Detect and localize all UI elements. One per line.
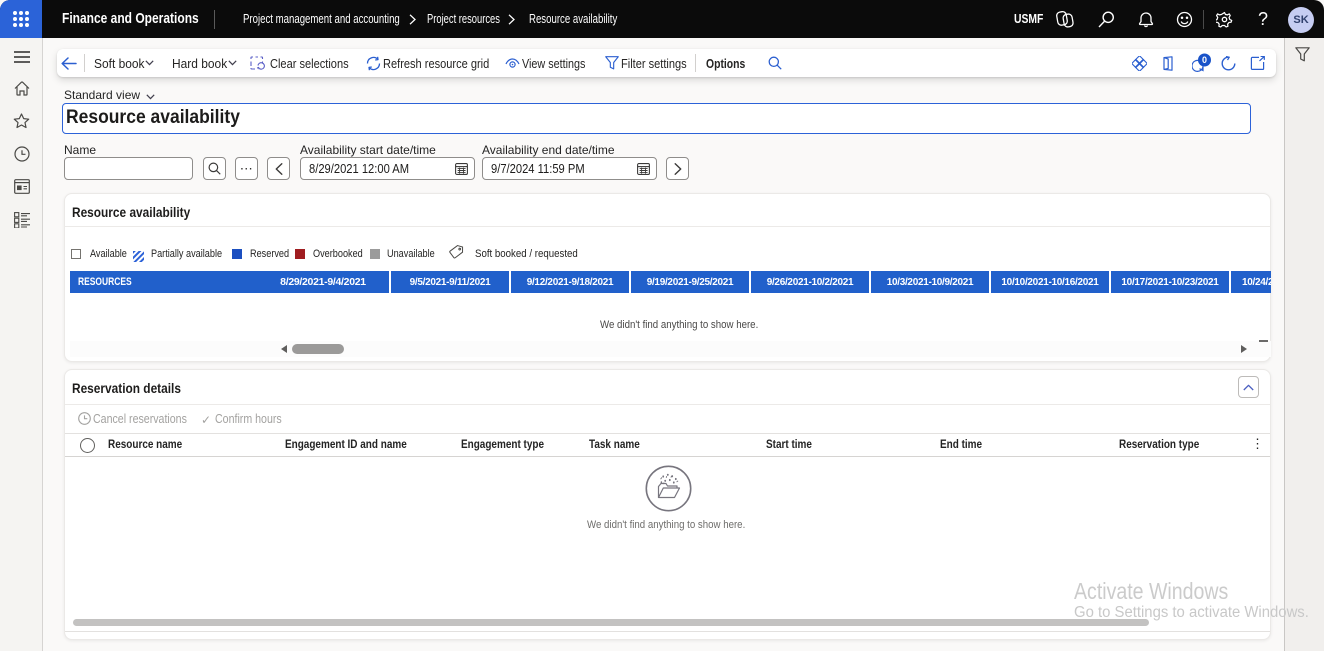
svg-text:0: 0: [1202, 55, 1207, 65]
